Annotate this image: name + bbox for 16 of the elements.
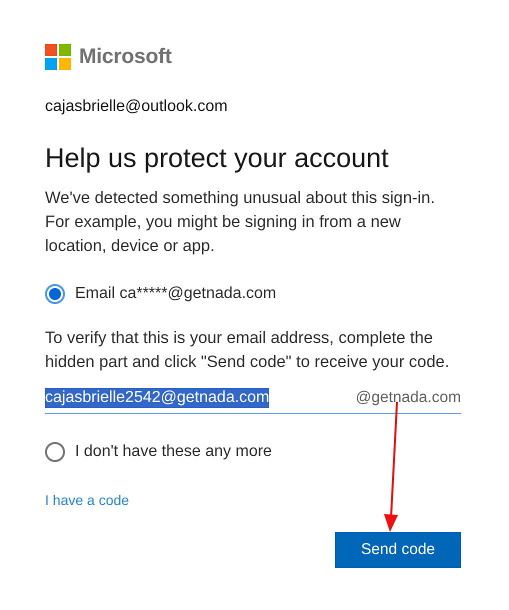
radio-icon[interactable] xyxy=(45,284,65,304)
intro-text: We've detected something unusual about this sign-in. For example, you might be signing in from a new location, device or app. xyxy=(45,188,436,257)
domain-suffix: @getnada.com xyxy=(356,388,461,406)
radio-icon[interactable] xyxy=(45,442,65,462)
page-title: Help us protect your account xyxy=(45,142,390,175)
option-label: I don't have these any more xyxy=(75,443,272,461)
instructions-text: To verify that this is your email address, complete the hidden part and click "Send code" to receive your code. xyxy=(45,328,450,373)
option-label: Email ca*****@getnada.com xyxy=(75,285,276,303)
have-code-link[interactable]: I have a code xyxy=(45,492,130,508)
radio-option[interactable]: Email ca*****@getnada.com xyxy=(45,284,461,304)
email-field[interactable]: cajasbrielle2542@getnada.com @getnada.com xyxy=(45,382,461,414)
brand-name: Microsoft xyxy=(79,45,172,69)
send-code-button[interactable]: Send code xyxy=(335,532,461,568)
radio-option[interactable]: I don't have these any more xyxy=(45,442,461,462)
logo-icon xyxy=(45,44,71,70)
account-email: cajasbrielle@outlook.com xyxy=(45,98,229,116)
